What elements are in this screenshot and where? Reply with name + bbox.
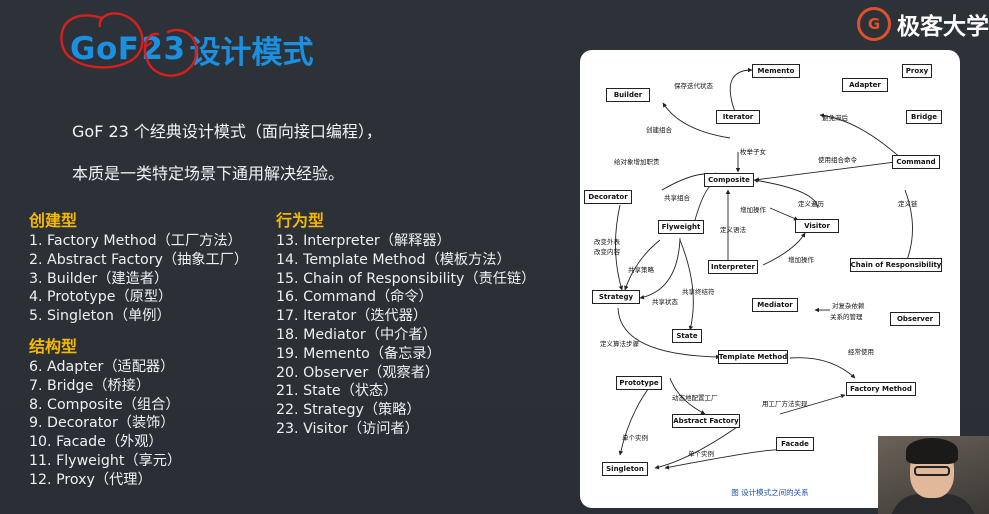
list-item: 1. Factory Method（工厂方法） xyxy=(29,233,242,249)
rel-label: 保存迭代状态 xyxy=(674,82,713,90)
list-item: 3. Builder（建造者） xyxy=(29,270,169,287)
creational-list: 1. Factory Method（工厂方法） 2. Abstract Fact… xyxy=(29,232,248,326)
title-gof: GoF xyxy=(70,31,140,67)
rel-label: 使用组合命令 xyxy=(818,156,857,164)
rel-label: 定义链 xyxy=(898,200,918,208)
rel-label: 单个实例 xyxy=(688,450,714,458)
box-visitor: Visitor xyxy=(795,219,839,233)
list-item: 20. Observer（观察者） xyxy=(276,364,440,381)
list-item: 18. Mediator（中介者） xyxy=(276,326,437,343)
rel-label: 经常使用 xyxy=(848,348,874,356)
rel-label: 共享组合 xyxy=(664,194,690,202)
behavioral-heading: 行为型 xyxy=(276,211,325,230)
list-item: 13. Interpreter（解释器） xyxy=(276,233,451,249)
rel-label: 共享终结符 xyxy=(682,288,715,296)
logo-text: 极客大学 xyxy=(897,14,989,40)
box-state: State xyxy=(672,329,702,343)
list-item: 4. Prototype（原型） xyxy=(29,289,173,306)
box-abstract-factory: Abstract Factory xyxy=(672,414,740,428)
rel-label: 关系的管理 xyxy=(830,313,863,321)
list-item: 10. Facade（外观） xyxy=(29,434,163,451)
box-command: Command xyxy=(892,155,940,169)
box-chain-of-responsibility: Chain of Responsibility xyxy=(850,258,942,272)
list-item: 23. Visitor（访问者） xyxy=(276,420,419,437)
box-builder: Builder xyxy=(606,88,650,102)
list-item: 9. Decorator（装饰） xyxy=(29,415,175,432)
list-item: 12. Proxy（代理） xyxy=(29,471,152,488)
intro-line-2: 本质是一类特定场景下通用解决经验。 xyxy=(72,164,345,183)
list-item: 16. Command（命令） xyxy=(276,289,433,306)
rel-label: 给对象增加职责 xyxy=(614,158,660,166)
box-prototype: Prototype xyxy=(616,376,662,390)
box-decorator: Decorator xyxy=(584,190,632,204)
box-mediator: Mediator xyxy=(752,298,798,312)
box-bridge: Bridge xyxy=(906,110,942,124)
box-interpreter: Interpreter xyxy=(708,260,758,274)
box-facade: Facade xyxy=(776,437,814,451)
rel-label: 定义遍历 xyxy=(798,200,824,208)
box-strategy: Strategy xyxy=(592,290,640,304)
box-composite: Composite xyxy=(704,173,754,187)
box-proxy: Proxy xyxy=(902,64,932,78)
list-item: 6. Adapter（适配器） xyxy=(29,358,175,375)
list-item: 11. Flyweight（享元） xyxy=(29,452,182,469)
rel-label: 定义算法步骤 xyxy=(600,340,639,348)
list-item: 2. Abstract Factory（抽象工厂） xyxy=(29,251,249,268)
rel-label: 用工厂方法实现 xyxy=(762,400,808,408)
rel-label: 改变外表 xyxy=(594,238,620,246)
rel-label: 枚举子女 xyxy=(740,148,766,156)
list-item: 15. Chain of Responsibility（责任链） xyxy=(276,270,536,287)
rel-label: 增加操作 xyxy=(740,206,766,214)
box-template-method: Template Method xyxy=(718,350,788,364)
box-factory-method: Factory Method xyxy=(846,382,916,396)
list-item: 14. Template Method（模板方法） xyxy=(276,251,511,268)
box-observer: Observer xyxy=(890,312,940,326)
rel-label: 共享策略 xyxy=(628,266,654,274)
rel-label: 创建组合 xyxy=(646,126,672,134)
behavioral-list: 13. Interpreter（解释器） 14. Template Method… xyxy=(276,232,535,439)
rel-label: 单个实例 xyxy=(622,434,648,442)
brand-logo: G 极客大学 xyxy=(857,6,989,42)
rel-label: 对复杂依赖 xyxy=(832,302,865,310)
structural-list: 6. Adapter（适配器） 7. Bridge（桥接） 8. Composi… xyxy=(29,358,248,490)
list-item: 7. Bridge（桥接） xyxy=(29,377,151,394)
rel-label: 增加操作 xyxy=(788,256,814,264)
creational-heading: 创建型 xyxy=(29,211,78,230)
rel-label: 共享状态 xyxy=(652,298,678,306)
slide-title: GoF 23 设计模式 xyxy=(70,24,314,74)
left-column: 创建型 1. Factory Method（工厂方法） 2. Abstract … xyxy=(29,210,248,490)
list-item: 21. State（状态） xyxy=(276,383,398,400)
logo-icon: G xyxy=(857,7,891,41)
presenter-webcam xyxy=(878,436,989,514)
title-text: 设计模式 xyxy=(189,34,314,71)
title-number: 23 xyxy=(141,31,186,67)
slide: GoF 23 设计模式 GoF 23 个经典设计模式（面向接口编程）， 本质是一… xyxy=(0,0,989,514)
rel-label: 定义语法 xyxy=(720,226,746,234)
list-item: 8. Composite（组合） xyxy=(29,396,180,413)
rel-label: 避免滞后 xyxy=(822,114,848,122)
list-item: 5. Singleton（单例） xyxy=(29,308,171,325)
list-item: 19. Memento（备忘录） xyxy=(276,345,441,362)
box-iterator: Iterator xyxy=(716,110,760,124)
box-adapter: Adapter xyxy=(842,78,888,92)
rel-label: 改变内容 xyxy=(594,248,620,256)
rel-label: 动态地配置工厂 xyxy=(672,394,718,402)
box-singleton: Singleton xyxy=(602,462,648,476)
list-item: 17. Iterator（迭代器） xyxy=(276,308,428,325)
structural-heading: 结构型 xyxy=(29,336,78,356)
right-column: 行为型 13. Interpreter（解释器） 14. Template Me… xyxy=(276,210,535,439)
box-memento: Memento xyxy=(752,64,800,78)
list-item: 22. Strategy（策略） xyxy=(276,402,421,419)
box-flyweight: Flyweight xyxy=(658,220,704,234)
intro-line-1: GoF 23 个经典设计模式（面向接口编程）， xyxy=(72,122,382,141)
